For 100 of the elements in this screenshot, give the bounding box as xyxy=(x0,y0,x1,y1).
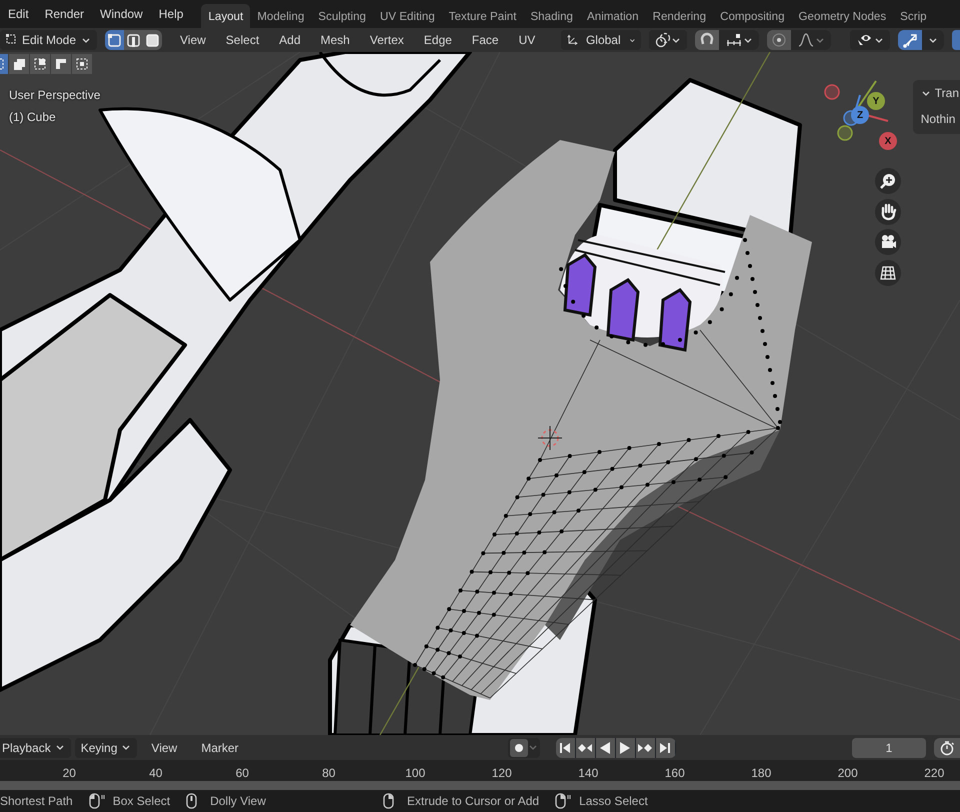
caret-icon xyxy=(671,36,682,44)
frame-number: 160 xyxy=(664,765,686,781)
status-hint: Dolly View xyxy=(210,793,266,810)
next-keyframe-button[interactable] xyxy=(636,738,656,758)
axis-label[interactable]: X xyxy=(879,132,897,150)
proportional-edit-toggle[interactable] xyxy=(767,30,792,50)
selection-mode-button[interactable] xyxy=(9,54,29,74)
header-menu[interactable]: UV xyxy=(508,31,546,49)
status-hint: Lasso Select xyxy=(579,793,648,810)
stopwatch-button[interactable] xyxy=(934,738,960,758)
timeline-dropdown[interactable]: Playback xyxy=(0,738,71,758)
header-menu[interactable]: Mesh xyxy=(310,31,360,49)
vertex-select-icon xyxy=(106,32,123,48)
frame-number: 40 xyxy=(148,765,164,781)
snap-toggle[interactable] xyxy=(695,30,720,50)
workspace-tab[interactable]: Shading xyxy=(523,4,580,28)
frame-number: 140 xyxy=(577,765,600,781)
gizmo-arrows-icon xyxy=(902,32,918,48)
frame-number: 80 xyxy=(321,765,336,781)
caret-icon xyxy=(121,743,132,752)
grid-icon xyxy=(879,264,897,282)
axis-label[interactable]: Y xyxy=(867,92,885,110)
gizmo-dropdown[interactable] xyxy=(922,30,944,50)
visibility-dropdown[interactable] xyxy=(850,30,890,50)
overlay-toggle[interactable] xyxy=(952,30,960,50)
frame-number: 200 xyxy=(836,765,859,781)
frame-number: 20 xyxy=(62,765,77,781)
face-select-button[interactable] xyxy=(143,30,162,50)
falloff-dropdown[interactable] xyxy=(791,30,832,50)
workspace-tab[interactable]: Layout xyxy=(201,4,250,28)
frame-number: 100 xyxy=(404,765,426,781)
timeline-menu[interactable]: Marker xyxy=(191,738,249,756)
grid-button[interactable] xyxy=(875,260,901,286)
selection-mode-button[interactable] xyxy=(51,54,71,74)
frame-number: 220 xyxy=(923,765,946,781)
workspace-tab[interactable]: Sculpting xyxy=(311,4,373,28)
selection-mode-icon xyxy=(74,56,90,72)
caret-icon xyxy=(815,36,826,44)
status-hint: Box Select xyxy=(112,793,170,810)
edit-mode-icon xyxy=(6,34,18,46)
workspace-tab[interactable]: UV Editing xyxy=(373,4,442,28)
selection-mode-button[interactable] xyxy=(30,54,50,74)
3d-cursor-icon xyxy=(538,426,562,450)
caret-icon xyxy=(874,36,884,44)
header-menu[interactable]: Select xyxy=(216,31,270,49)
header-menu[interactable]: Vertex xyxy=(360,31,414,49)
status-hint: Shortest Path xyxy=(0,793,73,810)
gizmo-toggle[interactable] xyxy=(898,30,922,50)
jump-end-button[interactable] xyxy=(656,738,676,758)
snap-increment-icon xyxy=(725,32,744,48)
axis-label[interactable]: Z xyxy=(851,106,869,124)
selection-mode-icon xyxy=(11,56,27,72)
edge-select-button[interactable] xyxy=(124,30,143,50)
timeline-dropdown[interactable]: Keying xyxy=(74,738,138,758)
panel-title[interactable]: Tran xyxy=(934,84,959,102)
record-button[interactable] xyxy=(508,738,540,758)
timeline-menu[interactable]: View xyxy=(141,738,188,756)
frame-number: 120 xyxy=(490,765,513,781)
header-menu[interactable]: Add xyxy=(269,31,311,49)
selection-mode-icon xyxy=(32,56,48,72)
snap-target-dropdown[interactable] xyxy=(719,30,760,50)
caret-icon[interactable] xyxy=(920,88,931,98)
prev-keyframe-button[interactable] xyxy=(576,738,596,758)
eye-cursor-icon xyxy=(856,32,874,48)
pivot-dropdown[interactable] xyxy=(649,30,688,50)
camera-icon xyxy=(879,233,897,251)
frame-field[interactable]: 1 xyxy=(852,738,926,758)
workspace-tab[interactable]: Texture Paint xyxy=(442,4,524,28)
status-hint: Extrude to Cursor or Add xyxy=(407,793,540,810)
menu-item[interactable]: Render xyxy=(36,5,92,23)
menu-item[interactable]: Help xyxy=(150,5,192,23)
workspace-tab[interactable]: Compositing xyxy=(713,4,792,28)
workspace-tab[interactable]: Modeling xyxy=(250,4,312,28)
mode-dropdown[interactable]: Edit Mode xyxy=(0,30,97,50)
hand-button[interactable] xyxy=(875,198,901,224)
mouse-icon xyxy=(555,793,572,809)
header-menu[interactable]: View xyxy=(170,31,216,49)
workspace-tab[interactable]: Geometry Nodes xyxy=(792,4,894,28)
hand-icon xyxy=(879,202,897,220)
jump-start-button[interactable] xyxy=(556,738,576,758)
play-button[interactable] xyxy=(616,738,636,758)
frame-number: 60 xyxy=(234,765,250,781)
workspace-tab[interactable]: Rendering xyxy=(646,4,714,28)
caret-icon xyxy=(928,36,938,44)
menu-item[interactable]: Edit xyxy=(0,5,37,23)
zoom-button[interactable] xyxy=(875,168,901,194)
vertex-select-button[interactable] xyxy=(105,30,124,50)
caret-icon xyxy=(528,743,538,752)
workspace-tab[interactable]: Scrip xyxy=(893,4,934,28)
header-menu[interactable]: Edge xyxy=(414,31,462,49)
caret-icon xyxy=(81,36,91,44)
selection-mode-button[interactable] xyxy=(72,54,92,74)
menu-item[interactable]: Window xyxy=(92,5,151,23)
orientation-dropdown[interactable]: Global xyxy=(561,30,642,50)
workspace-tab[interactable]: Animation xyxy=(580,4,646,28)
stopwatch-icon xyxy=(939,740,955,756)
play-reverse-button[interactable] xyxy=(596,738,616,758)
header-menu[interactable]: Face xyxy=(462,31,509,49)
mouse-icon xyxy=(88,793,105,809)
camera-button[interactable] xyxy=(875,229,901,255)
